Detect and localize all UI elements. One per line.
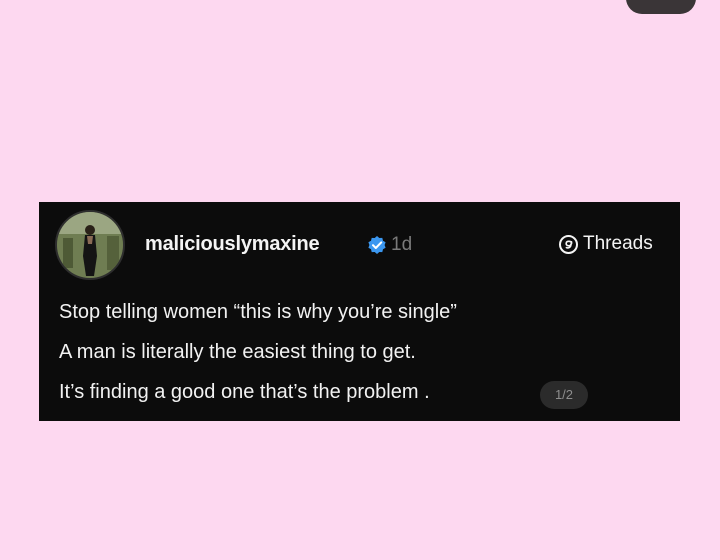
post-text-line: A man is literally the easiest thing to … [59,341,416,363]
partial-overlay-button[interactable] [626,0,696,14]
username[interactable]: maliciouslymaxine [145,233,320,256]
post-text-line: It’s finding a good one that’s the probl… [59,381,430,403]
threads-logo-icon [559,235,578,254]
verified-badge-icon [368,236,386,254]
threads-post-card: maliciouslymaxine 1d Threads Stop tellin… [39,202,680,421]
page-indicator-badge[interactable]: 1/2 [540,381,588,409]
avatar[interactable] [55,210,125,280]
platform-label: Threads [583,233,653,254]
post-text-line: Stop telling women “this is why you’re s… [59,301,457,323]
post-timestamp: 1d [391,234,413,255]
